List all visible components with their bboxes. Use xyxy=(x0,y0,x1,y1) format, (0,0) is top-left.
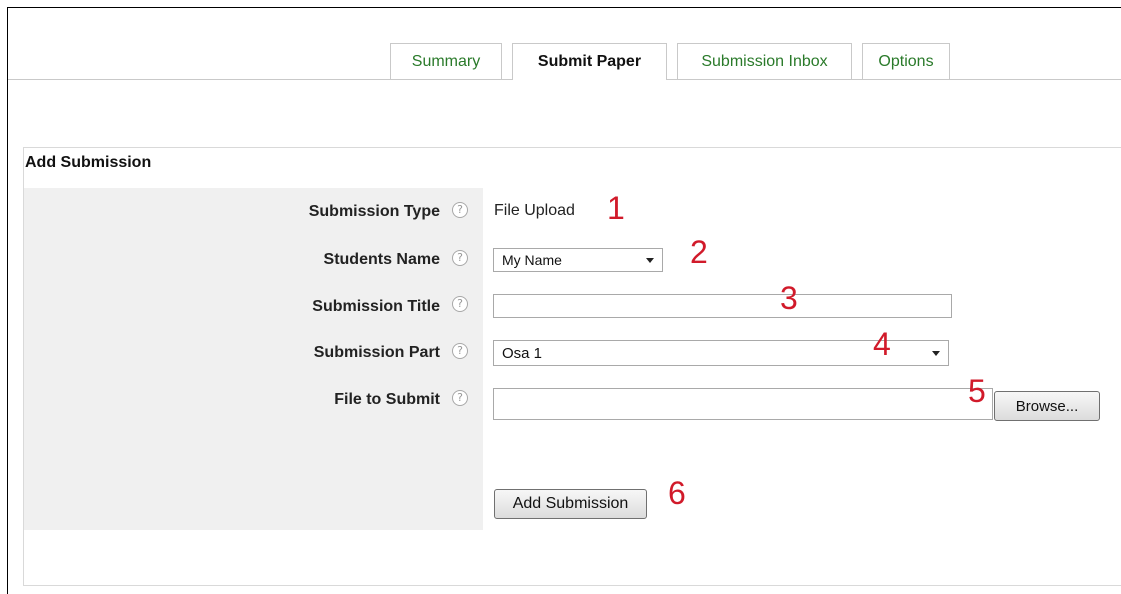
submission-part-selected: Osa 1 xyxy=(502,344,543,362)
students-name-selected: My Name xyxy=(502,252,562,268)
submission-part-label: Submission Part xyxy=(313,344,440,361)
chevron-down-icon xyxy=(932,351,940,356)
submission-title-input[interactable] xyxy=(493,294,952,318)
tab-summary[interactable]: Summary xyxy=(390,43,502,79)
tab-options[interactable]: Options xyxy=(862,43,950,79)
submission-type-label: Submission Type xyxy=(308,203,440,220)
help-icon[interactable]: ? xyxy=(452,343,468,359)
submission-title-label: Submission Title xyxy=(312,298,440,315)
help-icon[interactable]: ? xyxy=(452,250,468,266)
help-icon[interactable]: ? xyxy=(452,202,468,218)
marker-4: 4 xyxy=(873,326,891,362)
marker-6: 6 xyxy=(668,475,686,511)
chevron-down-icon xyxy=(646,258,654,263)
help-icon[interactable]: ? xyxy=(452,296,468,312)
help-icon[interactable]: ? xyxy=(452,390,468,406)
students-name-label: Students Name xyxy=(323,251,440,268)
tab-submission-inbox[interactable]: Submission Inbox xyxy=(677,43,852,79)
submission-type-value: File Upload xyxy=(494,202,575,219)
panel-divider xyxy=(23,147,1121,148)
marker-1: 1 xyxy=(607,190,625,226)
add-submission-button[interactable]: Add Submission xyxy=(494,489,647,519)
browse-button[interactable]: Browse... xyxy=(994,391,1100,421)
tab-submit-paper[interactable]: Submit Paper xyxy=(512,43,667,80)
students-name-select[interactable]: My Name xyxy=(493,248,663,272)
file-to-submit-label: File to Submit xyxy=(334,391,440,408)
marker-5: 5 xyxy=(968,373,986,409)
file-path-input[interactable] xyxy=(493,388,993,420)
marker-3: 3 xyxy=(780,280,798,316)
marker-2: 2 xyxy=(690,234,708,270)
panel-divider xyxy=(23,585,1121,586)
section-title: Add Submission xyxy=(25,154,152,171)
